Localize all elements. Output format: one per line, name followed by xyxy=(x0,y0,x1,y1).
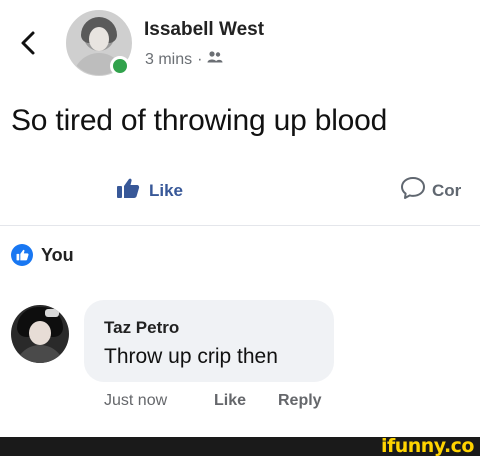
comment-label: Cor xyxy=(432,180,462,200)
like-button[interactable]: Like xyxy=(116,177,183,204)
watermark-logo: ifunny.co xyxy=(380,435,475,457)
post-text: So tired of throwing up blood xyxy=(11,104,388,137)
comment-reply-button[interactable]: Reply xyxy=(278,392,322,410)
post-meta: 3 mins · xyxy=(145,50,223,69)
comment-icon xyxy=(400,176,426,205)
divider xyxy=(0,225,480,226)
commenter-name[interactable]: Taz Petro xyxy=(104,318,179,338)
comment-timestamp: Just now xyxy=(104,392,168,409)
online-status-indicator xyxy=(110,56,130,76)
author-name[interactable]: Issabell West xyxy=(144,19,264,41)
meta-separator: · xyxy=(197,50,203,68)
post-timestamp[interactable]: 3 mins xyxy=(145,51,192,69)
reactor-name: You xyxy=(41,244,74,265)
comment-text: Throw up crip then xyxy=(104,345,278,368)
comment-actions: Just now Like Reply xyxy=(104,392,322,410)
back-button[interactable] xyxy=(16,28,40,58)
friends-icon xyxy=(207,50,223,69)
commenter-avatar[interactable] xyxy=(11,305,69,363)
like-label: Like xyxy=(149,180,184,200)
chevron-left-icon xyxy=(21,31,35,55)
comment-button[interactable]: Cor xyxy=(400,176,461,205)
like-reaction-icon xyxy=(11,244,33,266)
comment-bubble xyxy=(84,300,334,382)
thumbs-up-icon xyxy=(116,177,140,204)
comment-like-button[interactable]: Like xyxy=(214,392,278,410)
reactions-summary[interactable]: You xyxy=(11,244,74,266)
